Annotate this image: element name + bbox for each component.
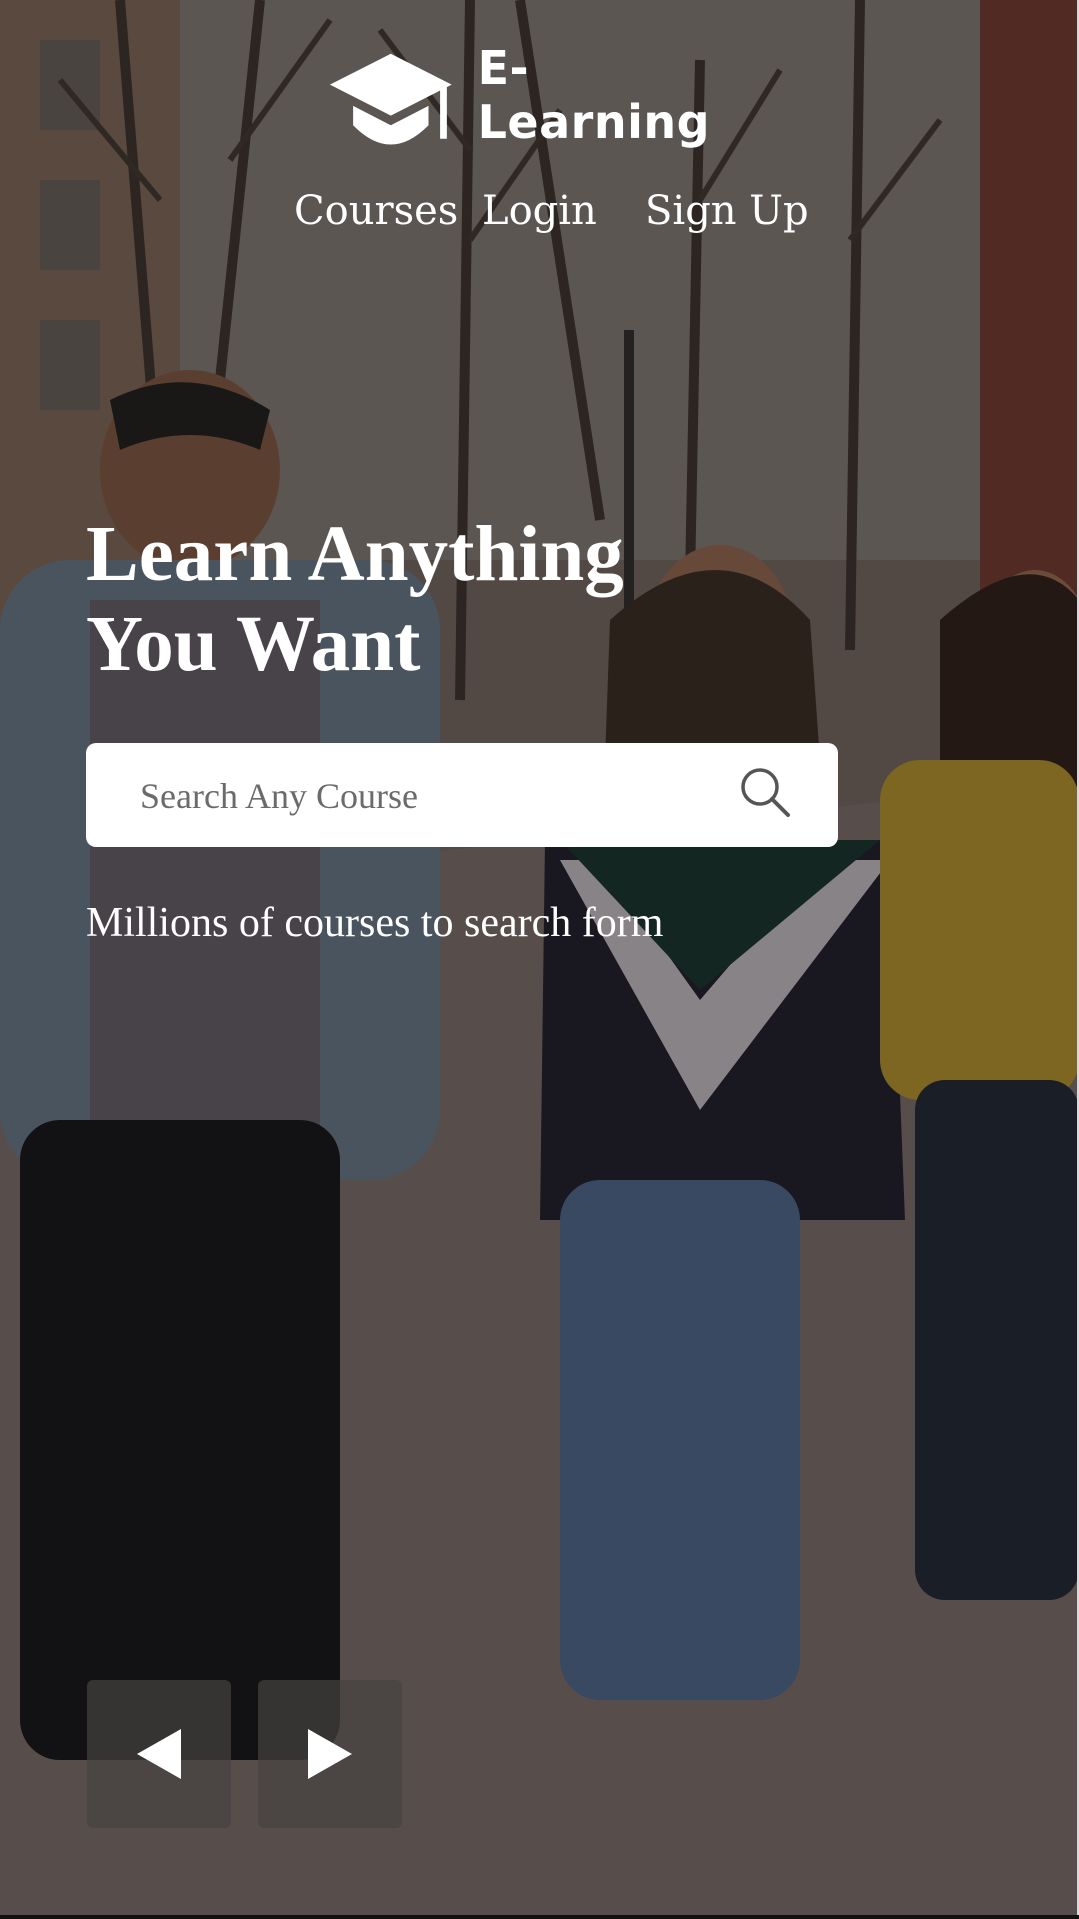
nav-signup-link[interactable]: Sign Up [645, 186, 809, 236]
graduation-cap-icon [329, 53, 452, 145]
hero-page: E-Learning Courses Login Sign Up Learn A… [0, 0, 1079, 1919]
main-nav: Courses Login Sign Up [0, 186, 1079, 236]
search-icon[interactable] [738, 765, 794, 821]
hero-subtitle: Millions of courses to search form [86, 900, 664, 946]
search-box [86, 743, 838, 847]
brand-name: E-Learning [477, 41, 711, 149]
left-triangle-icon [137, 1729, 181, 1779]
right-triangle-icon [308, 1729, 352, 1779]
nav-courses-link[interactable]: Courses [294, 186, 458, 236]
bottom-divider [0, 1915, 1079, 1919]
slider-next-button[interactable] [258, 1680, 402, 1828]
hero-title: Learn Anything You Want [86, 510, 786, 690]
hero-title-line-2: You Want [86, 601, 421, 688]
nav-login-link[interactable]: Login [482, 186, 597, 236]
dark-overlay [0, 0, 1079, 1919]
hero-title-line-1: Learn Anything [86, 511, 624, 598]
search-input[interactable] [138, 765, 702, 827]
slider-prev-button[interactable] [87, 1680, 231, 1828]
brand-logo[interactable]: E-Learning [328, 41, 752, 158]
